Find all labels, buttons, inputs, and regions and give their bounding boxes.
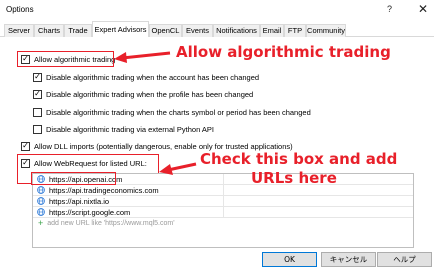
help-icon[interactable]: ? — [387, 4, 392, 14]
annotation-algo: Allow algorithmic trading — [176, 43, 391, 61]
highlight-url-row — [31, 172, 116, 185]
url-row[interactable]: https://script.google.com — [33, 207, 413, 218]
column-divider — [223, 207, 224, 218]
disable-profile-option[interactable]: Disable algorithmic trading when the pro… — [33, 89, 253, 99]
disable-python-checkbox[interactable] — [33, 124, 42, 134]
ok-button[interactable]: OK — [262, 252, 317, 267]
disable-symbol-checkbox[interactable] — [33, 107, 42, 117]
column-divider — [223, 196, 224, 207]
disable-account-checkbox[interactable] — [33, 72, 42, 82]
url-text: https://api.tradingeconomics.com — [49, 185, 159, 195]
help-button[interactable]: ヘルプ — [377, 252, 432, 267]
globe-icon — [37, 197, 45, 205]
disable-python-option[interactable]: Disable algorithmic trading via external… — [33, 124, 214, 134]
disable-python-label: Disable algorithmic trading via external… — [46, 124, 215, 134]
allow-dll-checkbox[interactable] — [21, 141, 30, 151]
add-url-row[interactable]: + add new URL like 'https://www.mql5.com… — [33, 218, 413, 229]
close-icon[interactable]: ✕ — [418, 2, 428, 16]
disable-profile-label: Disable algorithmic trading when the pro… — [46, 89, 254, 99]
highlight-algo-trading — [17, 51, 114, 67]
tab-expert-advisors[interactable]: Expert Advisors — [92, 21, 149, 38]
disable-account-option[interactable]: Disable algorithmic trading when the acc… — [33, 72, 259, 82]
annotation-check-line1: Check this box and add — [200, 150, 398, 168]
tab-charts[interactable]: Charts — [34, 24, 64, 37]
globe-icon — [37, 208, 45, 216]
window-title: Options — [6, 5, 34, 14]
disable-symbol-label: Disable algorithmic trading when the cha… — [46, 107, 311, 117]
annotation-check-line2: URLs here — [251, 169, 337, 187]
tab-notifications[interactable]: Notifications — [213, 24, 260, 37]
column-divider — [223, 174, 224, 185]
tab-opencl[interactable]: OpenCL — [149, 24, 182, 37]
add-url-placeholder[interactable]: add new URL like 'https://www.mql5.com' — [47, 220, 174, 227]
url-text: https://api.nixtla.io — [49, 196, 110, 206]
globe-icon — [37, 186, 45, 194]
tab-server[interactable]: Server — [4, 24, 34, 37]
tab-ftp[interactable]: FTP — [284, 24, 306, 37]
cancel-button[interactable]: キャンセル — [321, 252, 376, 267]
tab-community[interactable]: Community — [306, 24, 346, 37]
disable-symbol-option[interactable]: Disable algorithmic trading when the cha… — [33, 107, 311, 117]
tab-strip: Server Charts Trade Expert Advisors Open… — [0, 21, 434, 38]
column-divider — [223, 185, 224, 196]
disable-profile-checkbox[interactable] — [33, 89, 42, 99]
add-icon[interactable]: + — [38, 219, 43, 228]
url-text: https://script.google.com — [49, 207, 131, 217]
title-bar: Options ? ✕ — [0, 0, 434, 20]
tab-events[interactable]: Events — [182, 24, 213, 37]
tab-trade[interactable]: Trade — [64, 24, 92, 37]
url-row[interactable]: https://api.nixtla.io — [33, 196, 413, 207]
url-row[interactable]: https://api.tradingeconomics.com — [33, 185, 413, 196]
disable-account-label: Disable algorithmic trading when the acc… — [46, 72, 260, 82]
tab-email[interactable]: Email — [260, 24, 284, 37]
